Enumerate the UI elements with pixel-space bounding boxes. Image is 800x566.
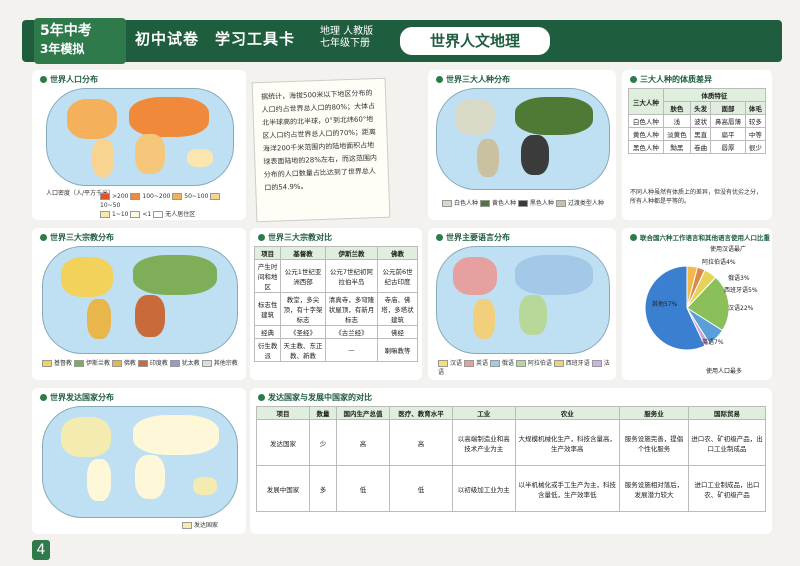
religion-table: 项目 基督教 伊斯兰教 佛教 产生时间和地区 公元1世纪亚洲西部 公元7世纪初阿拉伯… (253, 246, 418, 362)
races-col-group: 体质特征 (662, 88, 767, 102)
logo-top: 5年中考 (40, 23, 92, 39)
pie-label: 西班牙语5% (724, 286, 758, 294)
religion-header: 项目 (253, 246, 282, 260)
header-subtitle: 地理 人教版 七年级下册 (320, 26, 373, 50)
races-map (436, 88, 610, 190)
races-row-head: 三大人种 (628, 88, 664, 115)
dev-header: 国内生产总值 (336, 406, 390, 420)
language-pie-chart: 阿拉伯语4% 俄语3% 西班牙语5% 汉语22% 英语7% 其他57% (644, 258, 758, 351)
dev-header: 国际贸易 (688, 406, 766, 420)
races-legend: 白色人种 黄色人种 黑色人种 过渡类型人种 (442, 198, 612, 207)
religion-table-panel: 世界三大宗教对比 项目 基督教 伊斯兰教 佛教 产生时间和地区 公元1世纪亚洲西部… (250, 228, 422, 380)
language-panel: 世界主要语言分布 汉语 英语 俄语 阿拉伯语 西班牙语 法语 (428, 228, 616, 380)
religion-table-title: 世界三大宗教对比 (258, 232, 332, 243)
language-pie-panel: 联合国六种工作语言和其他语言使用人口比重 阿拉伯语4% 俄语3% 西班牙语5% 汉语2… (622, 228, 772, 380)
developed-legend: 发达国家 (182, 520, 218, 529)
religion-panel: 世界三大宗教分布 基督教 伊斯兰教 佛教 印度教 犹太教 其他宗教 (32, 228, 246, 380)
religion-map (42, 246, 238, 354)
grade-label: 七年级下册 (320, 38, 370, 49)
races-table-panel: 三大人种的体质差异 三大人种 体质特征 肤色 头发 面部 体毛 白色人种浅波状 鼻高… (622, 70, 772, 220)
callout-label: 使用汉语最广 (710, 246, 747, 253)
races-footnote: 不同人种虽然有体质上的差异，但没有优劣之分，所有人种都是平等的。 (630, 189, 763, 205)
table-row: 黑色人种 黝黑 卷曲 唇厚 很少 (628, 140, 767, 154)
table-row: 白色人种浅波状 鼻高唇薄 较多 (628, 114, 767, 128)
races-col: 肤色 (662, 101, 692, 115)
pie-label: 英语7% (702, 338, 724, 346)
header-title: 初中试卷 学习工具卡 (135, 30, 296, 48)
population-title: 世界人口分布 (40, 74, 98, 85)
races-panel: 世界三大人种分布 白色人种 黄色人种 黑色人种 过渡类型人种 (428, 70, 616, 220)
religion-header: 基督教 (280, 246, 326, 260)
page: 5年中考 3年模拟 初中试卷 学习工具卡 地理 人教版 七年级下册 世界人文地理… (0, 0, 800, 566)
dev-table-title: 发达国家与发展中国家的对比 (258, 392, 372, 403)
logo-bottom: 3年模拟 (40, 42, 85, 56)
developed-panel: 世界发达国家分布 发达国家 (32, 388, 246, 534)
language-pie-title: 联合国六种工作语言和其他语言使用人口比重 (630, 232, 770, 242)
dev-table-panel: 发达国家与发展中国家的对比 项目 数量 国内生产总值 医疗、教育水平 工业 农业… (250, 388, 772, 534)
races-table-title: 三大人种的体质差异 (630, 74, 712, 85)
religion-legend: 基督教 伊斯兰教 佛教 印度教 犹太教 其他宗教 (42, 358, 242, 367)
pie-label: 汉语22% (728, 304, 754, 312)
dev-table: 项目 数量 国内生产总值 医疗、教育水平 工业 农业 服务业 国际贸易 发达国家… (256, 406, 766, 512)
developed-map (42, 406, 238, 518)
table-row: 黄色人种 淡黄色 黑直 扁平 中等 (628, 127, 767, 141)
developed-map-title: 世界发达国家分布 (40, 392, 114, 403)
races-col: 面部 (710, 101, 746, 115)
population-panel: 世界人口分布 人口密度（人/平方千米） >200 100~200 50~100 … (32, 70, 246, 220)
dev-header: 农业 (514, 406, 620, 420)
table-row: 产生时间和地区 公元1世纪亚洲西部 公元7世纪初阿拉伯半岛 公元前6世纪古印度 (253, 259, 418, 293)
table-row: 发展中国家多低低 以初级加工业为主 以半机械化或手工生产为主，科技含量低，生产效率… (256, 465, 766, 512)
dev-header: 项目 (256, 406, 310, 420)
edition-label: 地理 人教版 (320, 26, 374, 37)
topic-title: 世界人文地理 (398, 25, 552, 57)
pie-label: 俄语3% (728, 274, 750, 282)
language-map (436, 246, 610, 354)
table-row: 经典 《圣经》 《古兰经》 佛经 (253, 325, 418, 339)
population-note: 据统计，海拔500米以下地区分布的人口约占世界总人口的80%；大体占北半球高的北… (251, 77, 391, 223)
table-row: 发达国家少高高 以高端制造业和高技术产业为主 大规模机械化生产，科技含量高，生产效… (256, 419, 766, 466)
races-table: 三大人种 体质特征 肤色 头发 面部 体毛 白色人种浅波状 鼻高唇薄 较多 黄色人种淡… (628, 88, 767, 154)
language-map-title: 世界主要语言分布 (436, 232, 510, 243)
dev-header: 医疗、教育水平 (389, 406, 453, 420)
pie-label: 其他57% (652, 300, 678, 308)
races-map-title: 世界三大人种分布 (436, 74, 510, 85)
dev-header: 数量 (309, 406, 337, 420)
religion-header: 佛教 (377, 246, 418, 260)
religion-map-title: 世界三大宗教分布 (40, 232, 114, 243)
pie-label: 阿拉伯语4% (702, 258, 736, 266)
races-col: 头发 (690, 101, 712, 115)
population-legend: >200 100~200 50~100 10~50 1~10 <1 无人居住区 (100, 192, 240, 219)
population-note-text: 据统计，海拔500米以下地区分布的人口约占世界总人口的80%；大体占北半球高的北… (260, 89, 378, 192)
callout-label: 使用人口最多 (706, 368, 743, 375)
language-legend: 汉语 英语 俄语 阿拉伯语 西班牙语 法语 (438, 360, 610, 376)
religion-header: 伊斯兰教 (324, 246, 379, 260)
book-logo: 5年中考 3年模拟 (34, 18, 126, 64)
population-map (46, 88, 234, 186)
races-col: 体毛 (744, 101, 767, 115)
dev-header: 工业 (452, 406, 516, 420)
table-row: 标志性建筑 教堂，多尖顶，有十字架标志 清真寺，多穹隆状屋顶，有新月标志 寺庙、佛塔，… (253, 292, 418, 326)
table-row: 衍生教派 天主教、东正教、新教 — 喇嘛教等 (253, 338, 418, 362)
page-number: 4 (32, 540, 50, 560)
dev-header: 服务业 (618, 406, 690, 420)
